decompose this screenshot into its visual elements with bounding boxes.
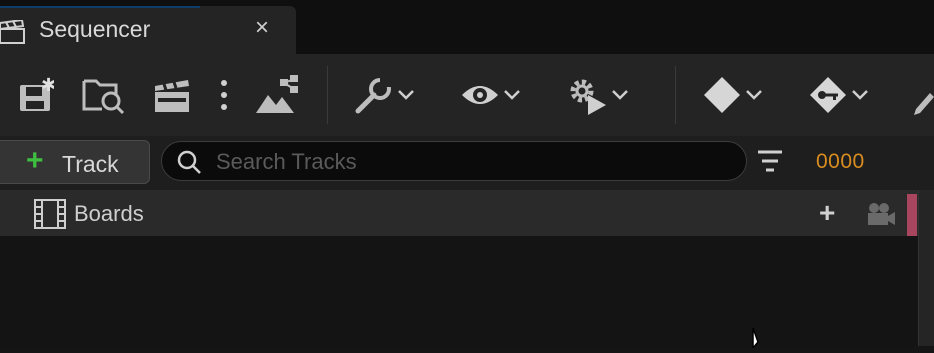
sequencer-toolbar: ✱ [0, 54, 934, 136]
pencil-icon [912, 75, 934, 115]
tab-title: Sequencer [39, 16, 151, 42]
camera-icon[interactable] [866, 202, 896, 231]
view-options-menu[interactable] [460, 74, 520, 116]
tab-bar: Sequencer × [0, 0, 934, 54]
filmstrip-icon [34, 199, 66, 234]
tab-active-indicator [0, 6, 200, 8]
chevron-down-icon [612, 90, 628, 100]
vertical-ellipsis-icon [218, 77, 230, 113]
diamond-icon [702, 75, 742, 115]
chevron-down-icon [746, 90, 762, 100]
mouse-cursor-icon [752, 327, 782, 353]
save-icon: ✱ [18, 77, 54, 113]
current-frame-display[interactable]: 0000 [816, 150, 865, 174]
hierarchy-icon [254, 75, 300, 115]
close-icon[interactable]: × [250, 14, 274, 42]
eye-icon [460, 81, 500, 109]
more-options-button[interactable] [218, 74, 230, 116]
add-track-button[interactable]: + Track [0, 140, 150, 184]
track-label: Boards [74, 201, 144, 226]
edit-options-menu[interactable] [912, 74, 934, 116]
chevron-down-icon [504, 90, 520, 100]
chevron-down-icon [852, 90, 868, 100]
playback-options-menu[interactable] [566, 74, 628, 116]
add-track-label: Track [62, 151, 119, 177]
filter-icon[interactable] [756, 148, 784, 179]
toolbar-separator [327, 66, 328, 124]
keyframe-options-menu[interactable] [702, 74, 762, 116]
chevron-down-icon [398, 90, 414, 100]
clapperboard-icon [0, 18, 26, 44]
search-icon [176, 149, 202, 180]
diamond-key-icon [808, 75, 848, 115]
track-bar: + Track 0000 [0, 136, 934, 190]
search-input[interactable] [214, 146, 718, 178]
save-button[interactable]: ✱ [18, 74, 54, 116]
find-in-content-browser-button[interactable] [82, 74, 126, 116]
toolbar-separator [675, 66, 676, 124]
gear-play-icon [566, 75, 608, 115]
open-director-button[interactable] [254, 74, 300, 116]
track-color-marker [907, 194, 917, 236]
add-icon[interactable]: + [819, 199, 835, 227]
key-options-menu[interactable] [808, 74, 868, 116]
track-row-boards[interactable]: Boards + [0, 190, 918, 236]
plus-icon: + [26, 144, 44, 177]
scrollbar[interactable] [918, 190, 934, 346]
clapperboard-icon [152, 76, 194, 114]
svg-text:✱: ✱ [41, 77, 54, 96]
render-movie-button[interactable] [152, 74, 194, 116]
folder-search-icon [82, 75, 126, 115]
search-box[interactable] [161, 141, 747, 181]
track-outliner: Boards + [0, 190, 918, 346]
tab-sequencer[interactable]: Sequencer × [0, 6, 296, 54]
wrench-icon [354, 75, 394, 115]
actions-menu[interactable] [354, 74, 414, 116]
